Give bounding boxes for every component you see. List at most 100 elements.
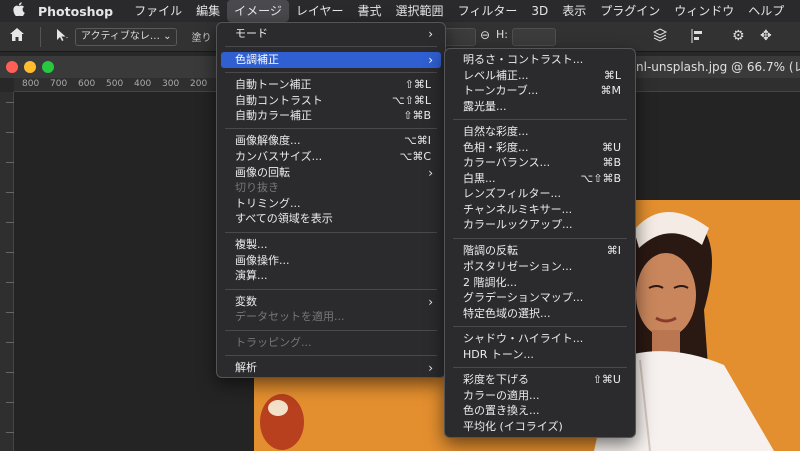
menu-item-auto-contrast[interactable]: 自動コントラスト ⌥⇧⌘L — [221, 93, 441, 109]
menu-item-threshold[interactable]: 2 階調化... — [449, 275, 631, 291]
shortcut-label: ⇧⌘L — [404, 78, 431, 91]
menu-item-color-balance[interactable]: カラーバランス... ⌘B — [449, 155, 631, 171]
menu-item-levels[interactable]: レベル補正... ⌘L — [449, 68, 631, 84]
app-name[interactable]: Photoshop — [38, 4, 113, 19]
menu-item-image-rotation[interactable]: 画像の回転 › — [221, 165, 441, 181]
zoom-button[interactable] — [42, 61, 54, 73]
menu-item-label: 複製... — [235, 238, 268, 251]
menu-divider — [225, 330, 437, 331]
menu-item-posterize[interactable]: ポスタリゼーション... — [449, 259, 631, 275]
menu-item-label: HDR トーン... — [463, 348, 534, 361]
tool-preset-dropdown[interactable]: アクティブなレ… ⌄ — [75, 27, 178, 46]
close-button[interactable] — [6, 61, 18, 73]
menu-item-hue-saturation[interactable]: 色相・彩度... ⌘U — [449, 140, 631, 156]
link-icon[interactable]: ⊖ — [480, 28, 490, 42]
document-title[interactable]: nl-unsplash.jpg @ 66.7% (レ — [636, 58, 800, 75]
align-icon[interactable] — [690, 28, 704, 48]
menu-file[interactable]: ファイル — [127, 0, 189, 22]
menu-divider — [225, 289, 437, 290]
menu-item-black-white[interactable]: 白黒... ⌥⇧⌘B — [449, 171, 631, 187]
menu-item-color-lookup[interactable]: カラールックアップ... — [449, 217, 631, 233]
menu-item-label: 露光量... — [463, 100, 507, 113]
menu-item-desaturate[interactable]: 彩度を下げる ⇧⌘U — [449, 372, 631, 388]
menu-item-auto-tone[interactable]: 自動トーン補正 ⇧⌘L — [221, 77, 441, 93]
menu-item-image-size[interactable]: 画像解像度... ⌥⌘I — [221, 133, 441, 149]
menu-item-variables[interactable]: 変数 › — [221, 294, 441, 310]
menu-item-label: トリミング... — [235, 197, 301, 210]
menu-image[interactable]: イメージ — [227, 0, 289, 22]
menu-3d[interactable]: 3D — [524, 0, 555, 22]
gear-icon[interactable]: ⚙ — [732, 28, 745, 44]
paint-label: 塗り — [191, 33, 212, 44]
menu-type[interactable]: 書式 — [351, 0, 389, 22]
menu-item-hdr-toning[interactable]: HDR トーン... — [449, 347, 631, 363]
mac-menu-bar: Photoshop ファイル 編集 イメージ レイヤー 書式 選択範囲 フィルタ… — [0, 0, 800, 22]
menu-item-auto-color[interactable]: 自動カラー補正 ⇧⌘B — [221, 108, 441, 124]
menu-item-brightness-contrast[interactable]: 明るさ・コントラスト... — [449, 52, 631, 68]
menu-divider — [225, 355, 437, 356]
menu-item-exposure[interactable]: 露光量... — [449, 99, 631, 115]
menu-item-analysis[interactable]: 解析 › — [221, 360, 441, 376]
menu-item-shadows-highlights[interactable]: シャドウ・ハイライト... — [449, 331, 631, 347]
shortcut-label: ⇧⌘U — [592, 373, 621, 386]
menu-edit[interactable]: 編集 — [189, 0, 227, 22]
menu-item-reveal-all[interactable]: すべての領域を表示 — [221, 211, 441, 227]
menu-help[interactable]: ヘルプ — [741, 0, 791, 22]
menu-select[interactable]: 選択範囲 — [389, 0, 451, 22]
menu-item-canvas-size[interactable]: カンバスサイズ... ⌥⌘C — [221, 149, 441, 165]
menu-item-mode[interactable]: モード › — [221, 26, 441, 42]
menu-item-channel-mixer[interactable]: チャンネルミキサー... — [449, 202, 631, 218]
menu-divider — [453, 238, 627, 239]
menu-item-vibrance[interactable]: 自然な彩度... — [449, 124, 631, 140]
menu-item-duplicate[interactable]: 複製... — [221, 237, 441, 253]
shortcut-label: ⌥⌘C — [399, 150, 431, 163]
menu-item-label: 自動トーン補正 — [235, 78, 312, 91]
ruler-tick: 300 — [162, 79, 180, 89]
menu-item-adjustments[interactable]: 色調補正 › — [221, 52, 441, 68]
home-icon[interactable] — [0, 27, 34, 46]
menu-item-label: カラーバランス... — [463, 156, 551, 169]
vertical-ruler[interactable] — [0, 92, 14, 451]
menu-item-label: 平均化 (イコライズ) — [463, 420, 563, 433]
shortcut-label: ⌘I — [606, 244, 621, 257]
menu-item-photo-filter[interactable]: レンズフィルター... — [449, 186, 631, 202]
menu-item-label: 画像操作... — [235, 254, 290, 267]
menu-item-gradient-map[interactable]: グラデーションマップ... — [449, 290, 631, 306]
menu-item-label: シャドウ・ハイライト... — [463, 332, 584, 345]
move-arrow-icon[interactable] — [47, 27, 75, 47]
menu-item-invert[interactable]: 階調の反転 ⌘I — [449, 243, 631, 259]
shortcut-label: ⌘M — [600, 84, 622, 97]
chevron-right-icon: › — [428, 361, 433, 375]
menu-item-label: ポスタリゼーション... — [463, 260, 573, 273]
menu-window[interactable]: ウィンドウ — [667, 0, 741, 22]
menu-view[interactable]: 表示 — [555, 0, 593, 22]
menu-item-curves[interactable]: トーンカーブ... ⌘M — [449, 83, 631, 99]
3d-object-icon[interactable] — [652, 28, 668, 48]
adjustments-submenu: 明るさ・コントラスト... レベル補正... ⌘L トーンカーブ... ⌘M 露光量… — [444, 48, 636, 438]
menu-item-label: データセットを適用... — [235, 310, 345, 323]
menu-item-equalize[interactable]: 平均化 (イコライズ) — [449, 419, 631, 435]
menu-item-label: 演算... — [235, 269, 268, 282]
menu-item-trim[interactable]: トリミング... — [221, 196, 441, 212]
shortcut-label: ⌥⇧⌘L — [391, 94, 431, 107]
menu-filter[interactable]: フィルター — [451, 0, 525, 22]
menu-item-label: カラーの適用... — [463, 389, 540, 402]
menu-item-replace-color[interactable]: 色の置き換え... — [449, 403, 631, 419]
menu-divider — [225, 46, 437, 47]
menu-item-calculations[interactable]: 演算... — [221, 268, 441, 284]
menu-item-match-color[interactable]: カラーの適用... — [449, 388, 631, 404]
menu-item-apply-image[interactable]: 画像操作... — [221, 253, 441, 269]
shortcut-label: ⌘L — [603, 69, 621, 82]
menu-item-label: グラデーションマップ... — [463, 291, 584, 304]
apple-logo-icon[interactable] — [0, 2, 38, 20]
tool-preset-label: アクティブなレ… — [81, 30, 160, 42]
menu-item-crop: 切り抜き — [221, 180, 441, 196]
menu-item-trap: トラッピング... — [221, 335, 441, 351]
menu-item-label: カラールックアップ... — [463, 218, 573, 231]
move-3d-icon[interactable]: ✥ — [760, 28, 772, 44]
menu-plugins[interactable]: プラグイン — [593, 0, 667, 22]
height-field[interactable] — [512, 28, 556, 46]
menu-item-selective-color[interactable]: 特定色域の選択... — [449, 306, 631, 322]
minimize-button[interactable] — [24, 61, 36, 73]
menu-layer[interactable]: レイヤー — [289, 0, 351, 22]
